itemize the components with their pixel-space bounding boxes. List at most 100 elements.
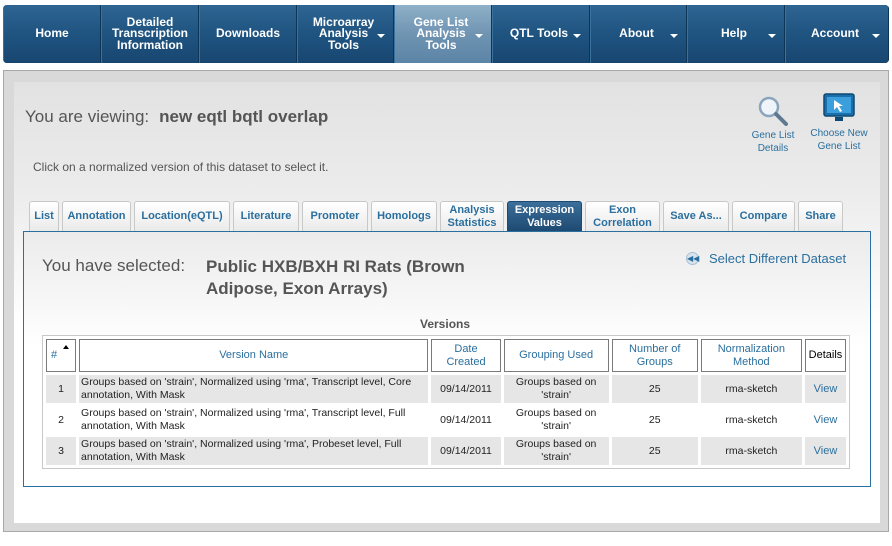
page-title: You are viewing: new eqtl bqtl overlap — [25, 107, 328, 127]
tab-label: Save As... — [670, 210, 722, 222]
table-row[interactable]: 1 Groups based on 'strain', Normalized u… — [46, 375, 846, 403]
tab-homologs[interactable]: Homologs — [371, 201, 437, 231]
tab-annotation[interactable]: Annotation — [62, 201, 131, 231]
table-row[interactable]: 3 Groups based on 'strain', Normalized u… — [46, 437, 846, 465]
caret-down-icon — [573, 34, 581, 38]
nav-gene-list-tools[interactable]: Gene List Analysis Tools — [394, 5, 492, 63]
version-name: Groups based on 'strain', Normalized usi… — [79, 375, 429, 403]
view-link[interactable]: View — [804, 437, 846, 465]
column-header-normalization-method[interactable]: Normalization Method — [700, 339, 802, 372]
tab-bar: List Annotation Location(eQTL) Literatur… — [29, 201, 846, 231]
version-name: Groups based on 'strain', Normalized usi… — [81, 407, 406, 432]
column-label: Version Name — [219, 349, 289, 361]
nav-microarray-tools[interactable]: Microarray Analysis Tools — [297, 5, 394, 63]
column-label: Normalization Method — [717, 342, 785, 368]
nav-downloads[interactable]: Downloads — [199, 5, 297, 63]
tab-label: Compare — [739, 210, 788, 222]
normalization-method: rma-sketch — [700, 437, 802, 465]
tab-label: Location(eQTL) — [141, 210, 223, 222]
selected-dataset-name: Public HXB/BXH RI Rats (Brown Adipose, E… — [206, 257, 465, 298]
monitor-select-icon — [823, 93, 855, 121]
caret-down-icon — [475, 34, 483, 38]
tab-promoter[interactable]: Promoter — [302, 201, 368, 231]
version-name: Groups based on 'strain', Normalized usi… — [79, 437, 429, 465]
column-header-number-of-groups[interactable]: Number of Groups — [611, 339, 698, 372]
table-header-row: # Version Name Date Created Grouping Use… — [46, 339, 846, 372]
table-row[interactable]: 2 Groups based on 'strain', Normalized u… — [46, 406, 846, 434]
nav-about[interactable]: About — [590, 5, 687, 63]
caret-down-icon — [872, 34, 880, 38]
choose-new-gene-list-button[interactable]: Choose New Gene List — [810, 92, 868, 153]
selected-prefix: You have selected: — [42, 256, 186, 275]
instruction-text: Click on a normalized version of this da… — [33, 160, 329, 174]
tab-label: Share — [805, 210, 836, 222]
grouping-used: Groups based on 'strain' — [503, 375, 609, 403]
nav-transcription-info[interactable]: Detailed Transcription Information — [101, 5, 199, 63]
sort-asc-icon — [63, 345, 70, 349]
column-label: Date Created — [446, 342, 486, 368]
selected-dataset: You have selected: Public HXB/BXH RI Rat… — [42, 256, 465, 298]
date-created: 09/14/2011 — [431, 437, 501, 465]
tab-exon-correlation[interactable]: Exon Correlation — [585, 201, 660, 231]
tab-label: Exon Correlation — [593, 203, 652, 229]
viewing-prefix: You are viewing: — [25, 107, 150, 126]
nav-label: Downloads — [215, 26, 280, 41]
nav-home[interactable]: Home — [3, 5, 101, 63]
gene-list-container: You are viewing: new eqtl bqtl overlap Cl… — [14, 82, 880, 523]
tab-save-as[interactable]: Save As... — [663, 201, 729, 231]
column-label: Number of Groups — [629, 342, 681, 368]
nav-help[interactable]: Help — [687, 5, 785, 63]
column-header-version-name[interactable]: Version Name — [79, 339, 429, 372]
tab-label: Annotation — [67, 210, 126, 222]
tab-expression-values[interactable]: Expression Values — [507, 201, 582, 231]
number-of-groups: 25 — [648, 413, 661, 426]
choose-new-gene-list-label: Choose New Gene List — [810, 128, 868, 152]
date-created: 09/14/2011 — [431, 375, 501, 403]
expression-values-panel: You have selected: Public HXB/BXH RI Rat… — [23, 231, 871, 487]
date-created: 09/14/2011 — [440, 413, 492, 426]
main-navbar: Home Detailed Transcription Information … — [3, 5, 889, 63]
tab-label: List — [34, 210, 54, 222]
row-number: 1 — [46, 375, 77, 403]
view-link[interactable]: View — [804, 375, 846, 403]
caret-down-icon — [670, 34, 678, 38]
tab-label: Promoter — [310, 210, 360, 222]
row-number: 2 — [58, 413, 64, 426]
tab-label: Analysis Statistics — [447, 203, 497, 229]
column-header-grouping-used[interactable]: Grouping Used — [503, 339, 609, 372]
column-header-number[interactable]: # — [46, 339, 77, 372]
versions-table: # Version Name Date Created Grouping Use… — [42, 335, 850, 469]
nav-label: Gene List Analysis Tools — [413, 14, 469, 52]
tab-list[interactable]: List — [29, 201, 59, 231]
nav-qtl-tools[interactable]: QTL Tools — [492, 5, 590, 63]
nav-label: Account — [811, 26, 859, 41]
gene-list-details-button[interactable]: Gene List Details — [743, 94, 803, 155]
gene-list-name: new eqtl bqtl overlap — [159, 107, 329, 126]
column-header-details: Details — [804, 339, 846, 372]
tab-location-eqtl[interactable]: Location(eQTL) — [134, 201, 230, 231]
nav-label: Microarray Analysis Tools — [312, 14, 375, 52]
tab-label: Expression Values — [514, 203, 575, 229]
select-different-dataset-link[interactable]: ◀◀ Select Different Dataset — [686, 251, 846, 266]
column-header-date-created[interactable]: Date Created — [431, 339, 501, 372]
column-label: Grouping Used — [519, 349, 594, 361]
tab-analysis-statistics[interactable]: Analysis Statistics — [440, 201, 504, 231]
normalization-method: rma-sketch — [725, 413, 778, 426]
tab-compare[interactable]: Compare — [732, 201, 795, 231]
versions-title: Versions — [420, 317, 471, 331]
nav-account[interactable]: Account — [785, 5, 889, 63]
tab-share[interactable]: Share — [798, 201, 843, 231]
tab-literature[interactable]: Literature — [233, 201, 299, 231]
column-label: Details — [808, 349, 843, 361]
nav-label: About — [619, 26, 654, 41]
nav-label: Help — [720, 26, 747, 41]
tab-label: Literature — [240, 210, 292, 222]
magnifier-icon — [758, 96, 788, 126]
number-of-groups: 25 — [611, 375, 698, 403]
rewind-icon: ◀◀ — [686, 252, 700, 265]
grouping-used: Groups based on 'strain' — [503, 437, 609, 465]
view-link[interactable]: View — [805, 406, 846, 434]
nav-label: Detailed Transcription Information — [111, 14, 188, 52]
nav-label: QTL Tools — [509, 26, 569, 41]
number-of-groups: 25 — [611, 437, 698, 465]
